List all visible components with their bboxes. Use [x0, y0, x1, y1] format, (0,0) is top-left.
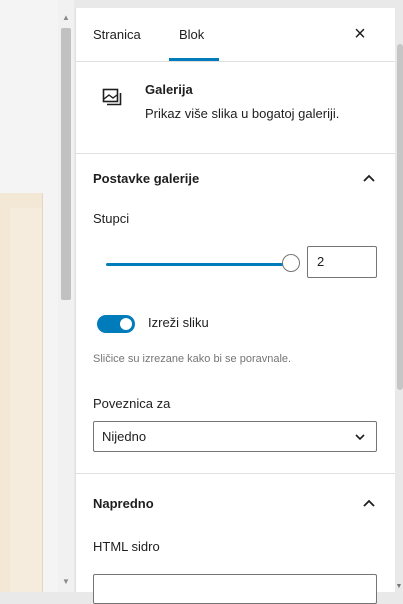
- chevron-down-icon: [355, 434, 365, 441]
- sidebar-tabs: Stranica Blok ×: [76, 8, 396, 62]
- columns-range-track[interactable]: [106, 263, 289, 266]
- block-description: Prikaz više slika u bogatoj galeriji.: [145, 106, 340, 121]
- advanced-title: Napredno: [93, 496, 154, 511]
- sidebar-scrollbar-thumb[interactable]: [397, 44, 403, 390]
- scrollbar-thumb[interactable]: [61, 28, 71, 300]
- columns-label: Stupci: [93, 211, 130, 226]
- tab-block[interactable]: Blok: [168, 8, 220, 61]
- editor-scrollbar[interactable]: ▲ ▼: [58, 0, 74, 592]
- link-to-label: Poveznica za: [93, 396, 171, 411]
- chevron-up-icon[interactable]: [360, 495, 378, 513]
- chevron-up-icon[interactable]: [360, 170, 378, 188]
- html-anchor-label: HTML sidro: [93, 539, 160, 554]
- html-anchor-input[interactable]: [93, 574, 377, 604]
- sidebar-scrollbar[interactable]: ▼: [395, 0, 403, 592]
- block-title: Galerija: [145, 82, 193, 97]
- gallery-settings-title: Postavke galerije: [93, 171, 200, 186]
- scroll-down-arrow-icon[interactable]: ▼: [58, 574, 74, 590]
- scroll-up-arrow-icon[interactable]: ▲: [58, 10, 74, 26]
- canvas-content-preview: [0, 193, 43, 592]
- crop-images-toggle[interactable]: [97, 315, 135, 333]
- advanced-header[interactable]: Napredno: [76, 479, 396, 529]
- gallery-icon: [102, 88, 122, 106]
- editor-canvas: [0, 0, 58, 592]
- tab-page[interactable]: Stranica: [93, 8, 141, 61]
- scroll-down-arrow-icon[interactable]: ▼: [395, 583, 403, 590]
- close-icon[interactable]: ×: [348, 22, 372, 46]
- block-card: Galerija Prikaz više slika u bogatoj gal…: [76, 62, 396, 154]
- gallery-settings-header[interactable]: Postavke galerije: [76, 154, 396, 204]
- link-to-value: Nijedno: [102, 429, 147, 444]
- section-divider: [76, 473, 396, 474]
- crop-images-help: Sličice su izrezane kako bi se poravnale…: [93, 353, 292, 365]
- block-settings-sidebar: Stranica Blok × Galerija Prikaz više sli…: [75, 8, 396, 604]
- columns-number-input[interactable]: 2: [307, 246, 377, 278]
- columns-range-thumb[interactable]: [282, 254, 300, 272]
- crop-images-label: Izreži sliku: [148, 315, 209, 330]
- link-to-select[interactable]: Nijedno: [93, 421, 377, 452]
